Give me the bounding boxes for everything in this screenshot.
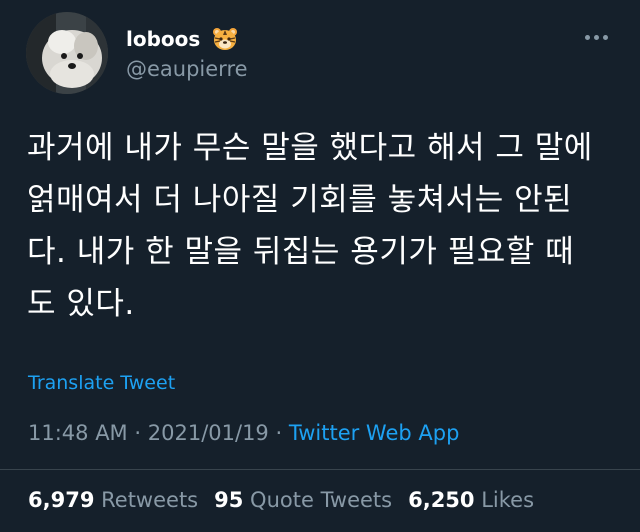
meta-separator: · bbox=[275, 421, 283, 445]
quote-tweets-count: 95 bbox=[214, 488, 244, 512]
tweet-source-link[interactable]: Twitter Web App bbox=[289, 421, 460, 445]
translate-tweet-link[interactable]: Translate Tweet bbox=[28, 371, 175, 395]
more-options-icon[interactable] bbox=[582, 30, 610, 44]
retweets-count: 6,979 bbox=[28, 488, 95, 512]
avatar[interactable] bbox=[26, 12, 108, 94]
tweet-text: 과거에 내가 무슨 말을 했다고 해서 그 말에 얽매여서 더 나아질 기회를 … bbox=[27, 122, 627, 330]
likes-stat[interactable]: 6,250 Likes bbox=[408, 486, 534, 514]
author-handle[interactable]: @eaupierre bbox=[126, 56, 248, 82]
tweet-time[interactable]: 11:48 AM bbox=[28, 421, 128, 445]
engagement-stats: 6,979 Retweets 95 Quote Tweets 6,250 Lik… bbox=[28, 486, 534, 514]
more-dot bbox=[593, 34, 599, 40]
tweet-metadata: 11:48 AM · 2021/01/19 · Twitter Web App bbox=[28, 419, 459, 447]
author-display-name[interactable]: loboos bbox=[126, 27, 200, 51]
meta-separator: · bbox=[134, 421, 142, 445]
author-name-row: loboos bbox=[126, 26, 238, 52]
quote-tweets-label: Quote Tweets bbox=[250, 488, 393, 512]
tweet-text-line: 다. 내가 한 말을 뒤집는 용기가 필요할 때 bbox=[27, 234, 575, 270]
quote-tweets-stat[interactable]: 95 Quote Tweets bbox=[214, 486, 392, 514]
tweet-text-line: 과거에 내가 무슨 말을 했다고 해서 그 말에 bbox=[27, 130, 593, 166]
dog-photo-icon bbox=[26, 12, 108, 94]
tweet-text-line: 도 있다. bbox=[27, 286, 135, 322]
more-dot bbox=[602, 34, 608, 40]
retweets-stat[interactable]: 6,979 Retweets bbox=[28, 486, 198, 514]
likes-count: 6,250 bbox=[408, 488, 475, 512]
tweet-text-line: 얽매여서 더 나아질 기회를 놓쳐서는 안된 bbox=[27, 182, 573, 218]
likes-label: Likes bbox=[481, 488, 535, 512]
more-dot bbox=[584, 34, 590, 40]
tweet-date[interactable]: 2021/01/19 bbox=[148, 421, 269, 445]
retweets-label: Retweets bbox=[101, 488, 199, 512]
divider bbox=[0, 469, 640, 470]
tiger-face-icon bbox=[212, 26, 238, 52]
tweet-card: loboos @eaupierre 과거에 내가 무슨 말을 했다고 해서 그 … bbox=[0, 0, 640, 532]
